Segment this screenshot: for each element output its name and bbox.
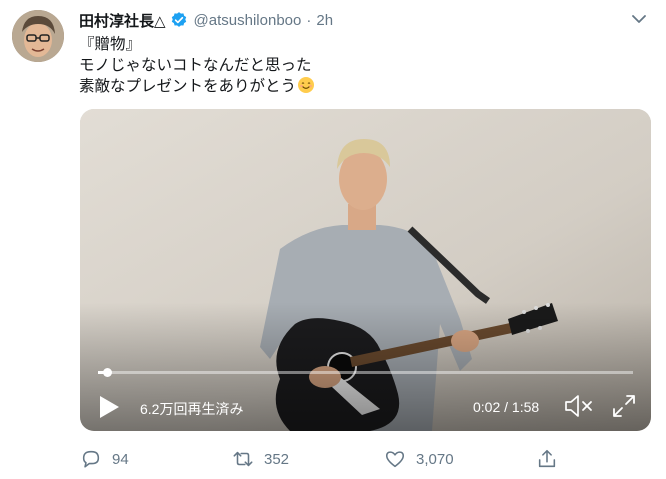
verified-badge-icon [170,11,188,29]
like-icon [385,451,405,468]
tweet-text-line-3: 素敵なプレゼントをありがとう [79,78,297,95]
tweet-text: 『贈物』 モノじゃないコトなんだと思った 素敵なプレゼントをありがとう [79,34,315,97]
video-player[interactable]: 6.2万回再生済み 0:02 / 1:58 [80,109,651,431]
share-icon [538,449,556,468]
play-icon[interactable] [98,395,120,419]
reply-button[interactable]: 94 [80,448,129,470]
tweet-text-line-1: 『贈物』 [79,36,142,53]
handle[interactable]: @atsushilonboo [194,12,302,29]
mute-icon[interactable] [564,393,596,419]
like-count: 3,070 [416,450,454,468]
view-count: 6.2万回再生済み [140,401,244,417]
fullscreen-icon[interactable] [610,392,638,420]
retweet-icon [233,451,253,467]
tweet-text-line-2: モノじゃないコトなんだと思った [79,57,312,74]
video-progress-bar[interactable] [98,368,633,377]
timestamp[interactable]: 2h [316,12,333,29]
tweet-actions: 94 352 3,070 [80,448,560,472]
smiling-face-emoji-icon [298,77,315,93]
share-button[interactable] [536,448,558,470]
video-frame [80,109,651,431]
avatar[interactable] [12,10,64,62]
retweet-count: 352 [264,450,290,468]
tweet-header: 田村淳社長△ @atsushilonboo · 2h [79,9,333,31]
display-name[interactable]: 田村淳社長△ [79,10,166,31]
retweet-button[interactable]: 352 [232,448,289,470]
video-timecode: 0:02 / 1:58 [473,399,540,415]
separator: · [306,11,312,29]
chevron-down-icon[interactable] [630,10,648,28]
reply-icon [82,450,100,468]
reply-count: 94 [112,450,129,468]
like-button[interactable]: 3,070 [384,448,454,470]
